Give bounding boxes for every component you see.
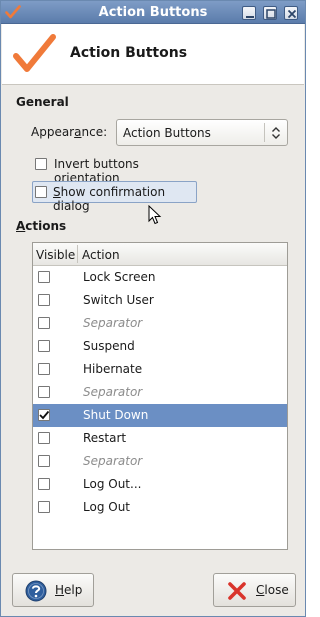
action-label: Restart: [83, 431, 127, 445]
checkmark-icon: [39, 410, 50, 420]
minimize-button[interactable]: [242, 6, 256, 20]
close-button[interactable]: Close: [213, 573, 296, 607]
column-header-action[interactable]: Action: [82, 248, 120, 262]
table-row[interactable]: Separator: [33, 381, 287, 404]
table-row[interactable]: Separator: [33, 312, 287, 335]
table-row[interactable]: Lock Screen: [33, 266, 287, 289]
help-button-label: Help: [55, 583, 83, 597]
table-row[interactable]: Restart: [33, 427, 287, 450]
action-buttons-window: Action Buttons Action Buttons General Ap…: [0, 0, 306, 617]
table-header: Visible Action: [33, 243, 287, 266]
action-label: Log Out...: [83, 477, 142, 491]
actions-table: Visible Action Lock Screen Switch User Sep…: [32, 242, 288, 550]
help-question-icon: [25, 580, 47, 602]
table-row[interactable]: Shut Down: [33, 404, 287, 427]
close-window-button[interactable]: [284, 6, 298, 20]
table-row[interactable]: Log Out: [33, 496, 287, 519]
dialog-header: Action Buttons: [2, 24, 304, 85]
visible-checkbox[interactable]: [38, 432, 50, 444]
visible-checkbox[interactable]: [38, 340, 50, 352]
invert-orientation-checkbox[interactable]: [35, 158, 47, 170]
combo-divider: [264, 123, 265, 142]
invert-orientation-option[interactable]: Invert buttons orientation: [32, 154, 202, 185]
maximize-icon: [266, 9, 276, 19]
general-section-title: General: [16, 95, 69, 109]
maximize-button[interactable]: [263, 6, 277, 20]
table-row[interactable]: Hibernate: [33, 358, 287, 381]
table-row[interactable]: Suspend: [33, 335, 287, 358]
table-row[interactable]: Separator: [33, 450, 287, 473]
action-label: Hibernate: [83, 362, 143, 376]
show-confirmation-label: Show confirmation dialog: [53, 185, 166, 213]
window-title: Action Buttons: [98, 5, 208, 20]
action-label: Lock Screen: [83, 270, 156, 284]
show-confirmation-option[interactable]: Show confirmation dialog: [32, 181, 197, 213]
header-title: Action Buttons: [70, 45, 188, 61]
title-bar[interactable]: Action Buttons: [1, 1, 305, 24]
visible-checkbox[interactable]: [38, 363, 50, 375]
action-label: Separator: [83, 385, 143, 399]
action-label: Separator: [83, 454, 143, 468]
visible-checkbox[interactable]: [38, 478, 50, 490]
visible-checkbox[interactable]: [38, 455, 50, 467]
appearance-select[interactable]: Action Buttons: [116, 119, 288, 146]
close-icon: [287, 9, 297, 19]
updown-arrows-icon: [272, 127, 280, 139]
appearance-label: Appearance:: [31, 125, 108, 139]
table-row[interactable]: Log Out...: [33, 473, 287, 496]
action-label: Suspend: [83, 339, 135, 353]
visible-checkbox[interactable]: [38, 317, 50, 329]
visible-checkbox[interactable]: [38, 409, 50, 421]
appearance-select-value: Action Buttons: [123, 126, 211, 140]
action-label: Shut Down: [83, 408, 149, 422]
actions-section-title: Actions: [16, 219, 67, 233]
column-divider: [77, 245, 78, 263]
column-header-visible[interactable]: Visible: [36, 248, 75, 262]
mouse-cursor-icon: [148, 205, 162, 225]
visible-checkbox[interactable]: [38, 271, 50, 283]
checkmark-icon: [13, 34, 56, 72]
red-x-icon: [228, 582, 246, 600]
show-confirmation-checkbox[interactable]: [35, 186, 47, 198]
close-button-label: Close: [256, 583, 289, 597]
minimize-icon: [246, 16, 254, 18]
visible-checkbox[interactable]: [38, 386, 50, 398]
action-label: Switch User: [83, 293, 154, 307]
visible-checkbox[interactable]: [38, 501, 50, 513]
visible-checkbox[interactable]: [38, 294, 50, 306]
action-label: Log Out: [83, 500, 131, 514]
action-label: Separator: [83, 316, 143, 330]
table-row[interactable]: Switch User: [33, 289, 287, 312]
help-button[interactable]: Help: [12, 573, 94, 607]
